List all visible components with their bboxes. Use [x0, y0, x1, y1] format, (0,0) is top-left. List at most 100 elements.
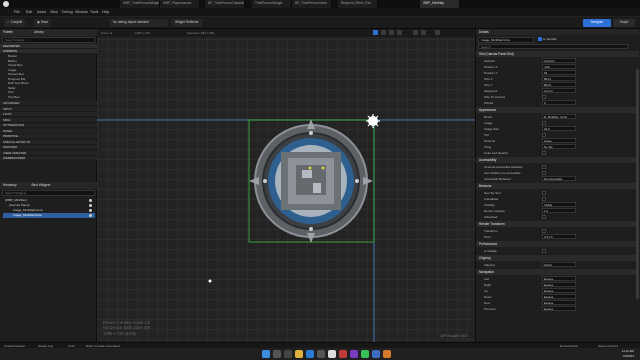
- menu-debug[interactable]: Debug: [62, 10, 73, 14]
- task-view-icon[interactable]: [284, 350, 292, 358]
- property-value-field[interactable]: Escape: [542, 306, 576, 311]
- browser-icon[interactable]: [306, 350, 314, 358]
- palette-tab[interactable]: Palette: [3, 30, 13, 34]
- palette-item[interactable]: Text Box: [8, 95, 88, 100]
- app-blue-icon[interactable]: [372, 350, 380, 358]
- rotate-snap-icon[interactable]: [397, 30, 402, 35]
- details-section-header[interactable]: Render Transform: [476, 221, 639, 227]
- property-value-field[interactable]: 1.0: [542, 208, 576, 213]
- details-section-header[interactable]: Behavior: [476, 183, 639, 189]
- hierarchy-search-input[interactable]: Search Widgets: [2, 190, 95, 196]
- localize-icon[interactable]: [435, 30, 440, 35]
- visibility-eye-icon[interactable]: [89, 214, 92, 217]
- property-checkbox[interactable]: [542, 95, 546, 99]
- details-section-header[interactable]: Clipping: [476, 255, 639, 261]
- system-clock[interactable]: 11:11 AM 7/5/2024: [622, 349, 634, 358]
- hierarchy-row[interactable]: Image_MiniMapCircle: [3, 213, 95, 218]
- property-checkbox[interactable]: [542, 197, 546, 201]
- save-button[interactable]: ▣ Save: [34, 19, 52, 27]
- palette-category[interactable]: MISC: [0, 117, 97, 123]
- property-value-field[interactable]: 864.0: [542, 76, 576, 81]
- menu-help[interactable]: Help: [102, 10, 109, 14]
- fill-screen-icon[interactable]: [421, 30, 426, 35]
- visibility-eye-icon[interactable]: [89, 199, 92, 202]
- palette-category[interactable]: SPECIAL EFFECTS: [0, 139, 97, 145]
- property-checkbox[interactable]: [542, 133, 546, 137]
- unreal-logo-icon[interactable]: [3, 1, 9, 7]
- is-variable-checkbox[interactable]: Is Variable: [538, 37, 557, 42]
- property-value-field[interactable]: Escape: [542, 300, 576, 305]
- grid-snap-icon[interactable]: [389, 30, 394, 35]
- property-value-field[interactable]: 53: [542, 70, 576, 75]
- bind-widgets-tab[interactable]: Bind Widgets: [32, 183, 51, 187]
- visibility-eye-icon[interactable]: [89, 209, 92, 212]
- details-section-header[interactable]: Slot (Canvas Panel Slot): [476, 51, 639, 57]
- widget-name-field[interactable]: Image_MiniMapCircle: [478, 37, 534, 43]
- palette-category[interactable]: ADVANCED: [0, 101, 97, 106]
- property-value-field[interactable]: 32.0: [542, 126, 576, 131]
- details-section-header[interactable]: Navigation: [476, 269, 639, 275]
- palette-category[interactable]: LISTS: [0, 112, 97, 117]
- property-value-field[interactable]: Escape: [542, 294, 576, 299]
- details-search-input[interactable]: Search: [478, 44, 628, 49]
- details-section-header[interactable]: Appearance: [476, 107, 639, 113]
- property-value-field[interactable]: M_MiniMap_Circle: [542, 114, 576, 119]
- document-tab[interactable]: WBP_MiniMap: [420, 0, 460, 8]
- document-tab[interactable]: ThirdPersonWidget: [252, 0, 292, 8]
- menu-asset[interactable]: Asset: [37, 10, 46, 14]
- property-checkbox[interactable]: [542, 215, 546, 219]
- property-value-field[interactable]: 0.0 0.0: [542, 88, 576, 93]
- property-value-field[interactable]: Image: [542, 138, 576, 143]
- document-tab[interactable]: BP_ThirdPersonCharacter: [205, 0, 245, 8]
- property-checkbox[interactable]: [542, 121, 546, 125]
- details-section-header[interactable]: Accessibility: [476, 157, 639, 163]
- document-tab[interactable]: BP_ThirdPersonGame: [292, 0, 332, 8]
- property-checkbox[interactable]: [542, 165, 546, 169]
- property-value-field[interactable]: 0.5 0.5: [542, 234, 576, 239]
- app-green-icon[interactable]: [361, 350, 369, 358]
- property-checkbox[interactable]: [542, 151, 546, 155]
- menu-edit[interactable]: Edit: [26, 10, 32, 14]
- property-value-field[interactable]: Visible: [542, 202, 576, 207]
- document-tab[interactable]: Blueprint_Effect_Fire: [338, 0, 378, 8]
- widget-reflector-button[interactable]: Widget Reflector: [172, 19, 202, 27]
- document-tab[interactable]: WBP_ThirdPersonWidget: [120, 0, 160, 8]
- property-value-field[interactable]: Not Accessible: [542, 176, 576, 181]
- palette-search-input[interactable]: Search Palette: [2, 37, 95, 43]
- unreal-editor-taskbar-icon[interactable]: [328, 350, 336, 358]
- screen-size-icon[interactable]: [413, 30, 418, 35]
- property-checkbox[interactable]: [542, 229, 546, 233]
- property-value-field[interactable]: Anchors: [542, 58, 576, 63]
- debug-filter-dropdown[interactable]: No debug object selected: [110, 19, 168, 27]
- palette-category[interactable]: USER CREATED: [0, 150, 97, 156]
- property-value-field[interactable]: Escape: [542, 276, 576, 281]
- menu-tools[interactable]: Tools: [90, 10, 98, 14]
- graph-mode-button[interactable]: Graph: [613, 19, 635, 27]
- property-value-field[interactable]: 0: [542, 100, 576, 105]
- app-purple-icon[interactable]: [350, 350, 358, 358]
- store-icon[interactable]: [317, 350, 325, 358]
- compile-button[interactable]: ✔ Compile: [4, 19, 26, 27]
- designer-mode-button[interactable]: Designer: [583, 19, 611, 27]
- property-value-field[interactable]: -426: [542, 64, 576, 69]
- menu-view[interactable]: View: [50, 10, 58, 14]
- menu-window[interactable]: Window: [75, 10, 88, 14]
- explorer-icon[interactable]: [295, 350, 303, 358]
- palette-category[interactable]: OPTIMIZATION: [0, 123, 97, 128]
- property-checkbox[interactable]: [542, 249, 546, 253]
- library-tab[interactable]: Library: [34, 30, 44, 34]
- designer-canvas[interactable]: Zoom -2 1280 x 720 Selection: 864 x 864: [97, 29, 475, 342]
- menu-file[interactable]: File: [14, 10, 20, 14]
- search-taskbar-icon[interactable]: [273, 350, 281, 358]
- details-section-header[interactable]: Performance: [476, 241, 639, 247]
- visibility-eye-icon[interactable]: [89, 204, 92, 207]
- property-value-field[interactable]: 864.0: [542, 82, 576, 87]
- property-checkbox[interactable]: [542, 171, 546, 175]
- start-menu-icon[interactable]: [262, 350, 270, 358]
- palette-category[interactable]: WEBBROWSER: [0, 156, 97, 161]
- property-checkbox[interactable]: [542, 191, 546, 195]
- property-value-field[interactable]: Escape: [542, 282, 576, 287]
- property-value-field[interactable]: Escape: [542, 288, 576, 293]
- property-value-field[interactable]: No Tile: [542, 144, 576, 149]
- hierarchy-tab[interactable]: Hierarchy: [3, 183, 17, 187]
